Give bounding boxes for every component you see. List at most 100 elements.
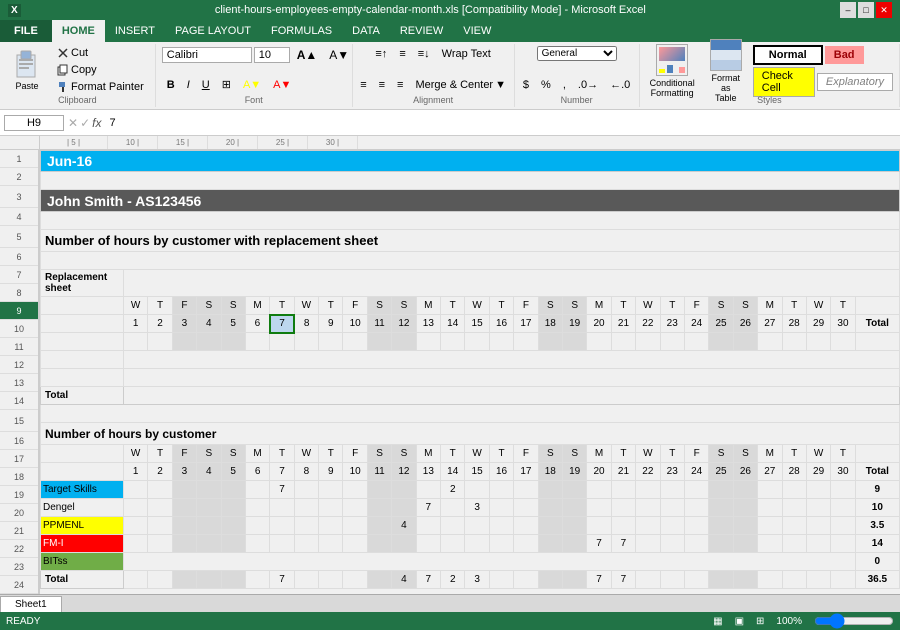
minimize-button[interactable]: –: [840, 2, 856, 18]
r8-c[interactable]: T: [148, 297, 172, 315]
r9-p[interactable]: 15: [465, 315, 489, 333]
merge-center-button[interactable]: Merge & Center ▼: [410, 77, 511, 93]
confirm-icon[interactable]: ✓: [80, 116, 90, 130]
replacement-sheet-label[interactable]: Replacement sheet: [41, 270, 124, 297]
r8-m[interactable]: S: [392, 297, 416, 315]
fmi-day20[interactable]: 7: [587, 535, 611, 553]
normal-style[interactable]: Normal: [753, 45, 823, 65]
r9-total[interactable]: Total: [855, 315, 899, 333]
r8-v[interactable]: T: [611, 297, 635, 315]
maximize-button[interactable]: □: [858, 2, 874, 18]
ppmenl-day12[interactable]: 4: [392, 517, 416, 535]
fmi-total[interactable]: 14: [855, 535, 899, 553]
view-page-break-icon[interactable]: ⊞: [756, 616, 764, 627]
total-day13[interactable]: 7: [416, 571, 440, 589]
r8-n[interactable]: M: [416, 297, 440, 315]
bitss-total[interactable]: 0: [855, 553, 899, 571]
r9-w[interactable]: 22: [636, 315, 660, 333]
sheet-tab-1[interactable]: Sheet1: [0, 596, 62, 612]
underline-button[interactable]: U: [197, 77, 215, 93]
r9-ad[interactable]: 29: [806, 315, 830, 333]
r8-aa[interactable]: S: [733, 297, 757, 315]
r8-t[interactable]: S: [562, 297, 586, 315]
r9-aa[interactable]: 26: [733, 315, 757, 333]
r9-h-selected[interactable]: 7: [270, 315, 294, 333]
bold-button[interactable]: B: [162, 77, 180, 93]
align-bottom-button[interactable]: ≡↓: [413, 46, 435, 62]
section-title-cell[interactable]: Number of hours by customer with replace…: [41, 230, 900, 252]
name-cell[interactable]: John Smith - AS123456: [41, 190, 900, 212]
r9-f[interactable]: 5: [221, 315, 245, 333]
r9-k[interactable]: 10: [343, 315, 367, 333]
r8-s[interactable]: S: [538, 297, 562, 315]
r8-y[interactable]: F: [684, 297, 708, 315]
r9-i[interactable]: 8: [294, 315, 318, 333]
font-color-button[interactable]: A▼: [268, 77, 296, 93]
r9-v[interactable]: 21: [611, 315, 635, 333]
target-skills-day7[interactable]: 7: [270, 481, 294, 499]
title-cell[interactable]: Jun-16: [41, 151, 900, 172]
row7-rest[interactable]: [123, 270, 899, 297]
r8-q[interactable]: T: [489, 297, 513, 315]
view-normal-icon[interactable]: ▦: [713, 616, 722, 627]
r9-t[interactable]: 19: [562, 315, 586, 333]
formula-input[interactable]: [105, 116, 896, 130]
view-layout-icon[interactable]: ▣: [735, 616, 744, 627]
customer-total-label[interactable]: Total: [41, 571, 124, 589]
dengel-day13[interactable]: 7: [416, 499, 440, 517]
number-format-select[interactable]: General Number Currency Date: [537, 46, 617, 61]
r8-h[interactable]: T: [270, 297, 294, 315]
r9-c[interactable]: 2: [148, 315, 172, 333]
format-painter-button[interactable]: Format Painter: [52, 79, 149, 95]
tab-insert[interactable]: INSERT: [105, 20, 165, 42]
cut-button[interactable]: Cut: [52, 45, 149, 61]
r8-x[interactable]: T: [660, 297, 684, 315]
r8-k[interactable]: F: [343, 297, 367, 315]
r9-o[interactable]: 14: [441, 315, 465, 333]
target-skills-total[interactable]: 9: [855, 481, 899, 499]
percent-button[interactable]: %: [536, 77, 556, 93]
r9-ae[interactable]: 30: [831, 315, 855, 333]
paste-button[interactable]: Paste: [6, 46, 48, 94]
copy-button[interactable]: Copy: [52, 62, 149, 78]
align-center-button[interactable]: ≡: [374, 77, 390, 93]
font-size-input[interactable]: [254, 47, 290, 63]
dengel-day15[interactable]: 3: [465, 499, 489, 517]
r9-u[interactable]: 20: [587, 315, 611, 333]
row6-cell[interactable]: [41, 252, 900, 270]
r9-ac[interactable]: 28: [782, 315, 806, 333]
r9-q[interactable]: 16: [489, 315, 513, 333]
r9-m[interactable]: 12: [392, 315, 416, 333]
close-button[interactable]: ✕: [876, 2, 892, 18]
comma-button[interactable]: ,: [558, 77, 571, 93]
row2-cell[interactable]: [41, 172, 900, 190]
target-skills-day14[interactable]: 2: [441, 481, 465, 499]
r9-n[interactable]: 13: [416, 315, 440, 333]
total-day14[interactable]: 2: [441, 571, 465, 589]
check-cell-style[interactable]: Check Cell: [753, 67, 815, 97]
r9-x[interactable]: 23: [660, 315, 684, 333]
dengel-label[interactable]: Dengel: [41, 499, 124, 517]
r8-af[interactable]: [855, 297, 899, 315]
fill-color-button[interactable]: A▼: [238, 77, 266, 93]
increase-decimal-button[interactable]: .0→: [573, 77, 603, 93]
r8-ad[interactable]: W: [806, 297, 830, 315]
decrease-decimal-button[interactable]: ←.0: [605, 77, 635, 93]
r9-y[interactable]: 24: [684, 315, 708, 333]
replacement-total-label[interactable]: Total: [41, 387, 124, 405]
r8-g[interactable]: M: [245, 297, 269, 315]
r8-d[interactable]: F: [172, 297, 196, 315]
tab-file[interactable]: FILE: [0, 20, 52, 42]
tab-review[interactable]: REVIEW: [390, 20, 453, 42]
border-button[interactable]: ⊞: [217, 76, 236, 93]
r9-s[interactable]: 18: [538, 315, 562, 333]
r8-o[interactable]: T: [441, 297, 465, 315]
r8-b[interactable]: W: [123, 297, 147, 315]
r9-g[interactable]: 6: [245, 315, 269, 333]
italic-button[interactable]: I: [182, 77, 195, 93]
dollar-button[interactable]: $: [518, 77, 534, 93]
align-left-button[interactable]: ≡: [355, 77, 371, 93]
r8-p[interactable]: W: [465, 297, 489, 315]
grand-total[interactable]: 36.5: [855, 571, 899, 589]
tab-data[interactable]: DATA: [342, 20, 390, 42]
